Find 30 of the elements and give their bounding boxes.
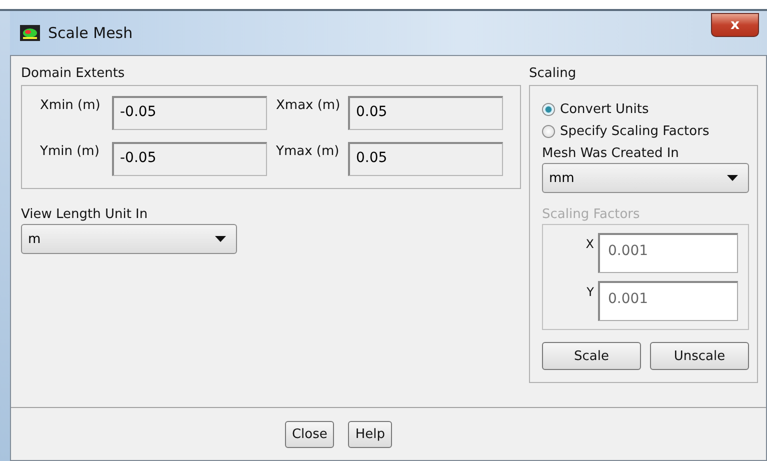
input-field[interactable]: -0.05 [112,96,267,130]
field-label: Ymin (m) [40,143,100,159]
app-icon [20,25,40,41]
dropdown[interactable]: m [21,224,237,254]
dropdown[interactable]: mm [542,163,749,193]
caret-icon [215,236,226,242]
radio-button[interactable] [542,124,555,138]
group-label: Scaling [529,66,576,81]
window-title: Scale Mesh [48,24,134,42]
push-button[interactable]: Scale [542,342,641,370]
field-label: Y [586,284,594,299]
field-label: View Length Unit In [21,207,148,222]
caret-icon [727,175,738,181]
radio-label: Convert Units [560,102,649,116]
group-label: Domain Extents [21,66,125,81]
title-bar-x-button[interactable]: x [711,13,759,37]
field-label: Mesh Was Created In [542,146,679,161]
field-label: Xmin (m) [40,97,102,113]
input-field[interactable]: 0.05 [348,96,503,130]
push-button[interactable]: Help [348,420,392,448]
field-label: Xmax (m) [276,97,342,113]
group-label: Scaling Factors [542,207,640,222]
input-field[interactable]: 0.05 [348,142,503,176]
push-button[interactable]: Close [284,420,334,448]
push-button[interactable]: Unscale [650,342,749,370]
radio-label: Specify Scaling Factors [560,124,710,138]
radio-button[interactable] [542,102,555,116]
field-label: X [586,236,594,251]
field-label: Ymax (m) [276,143,340,159]
input-field[interactable]: -0.05 [112,142,267,176]
